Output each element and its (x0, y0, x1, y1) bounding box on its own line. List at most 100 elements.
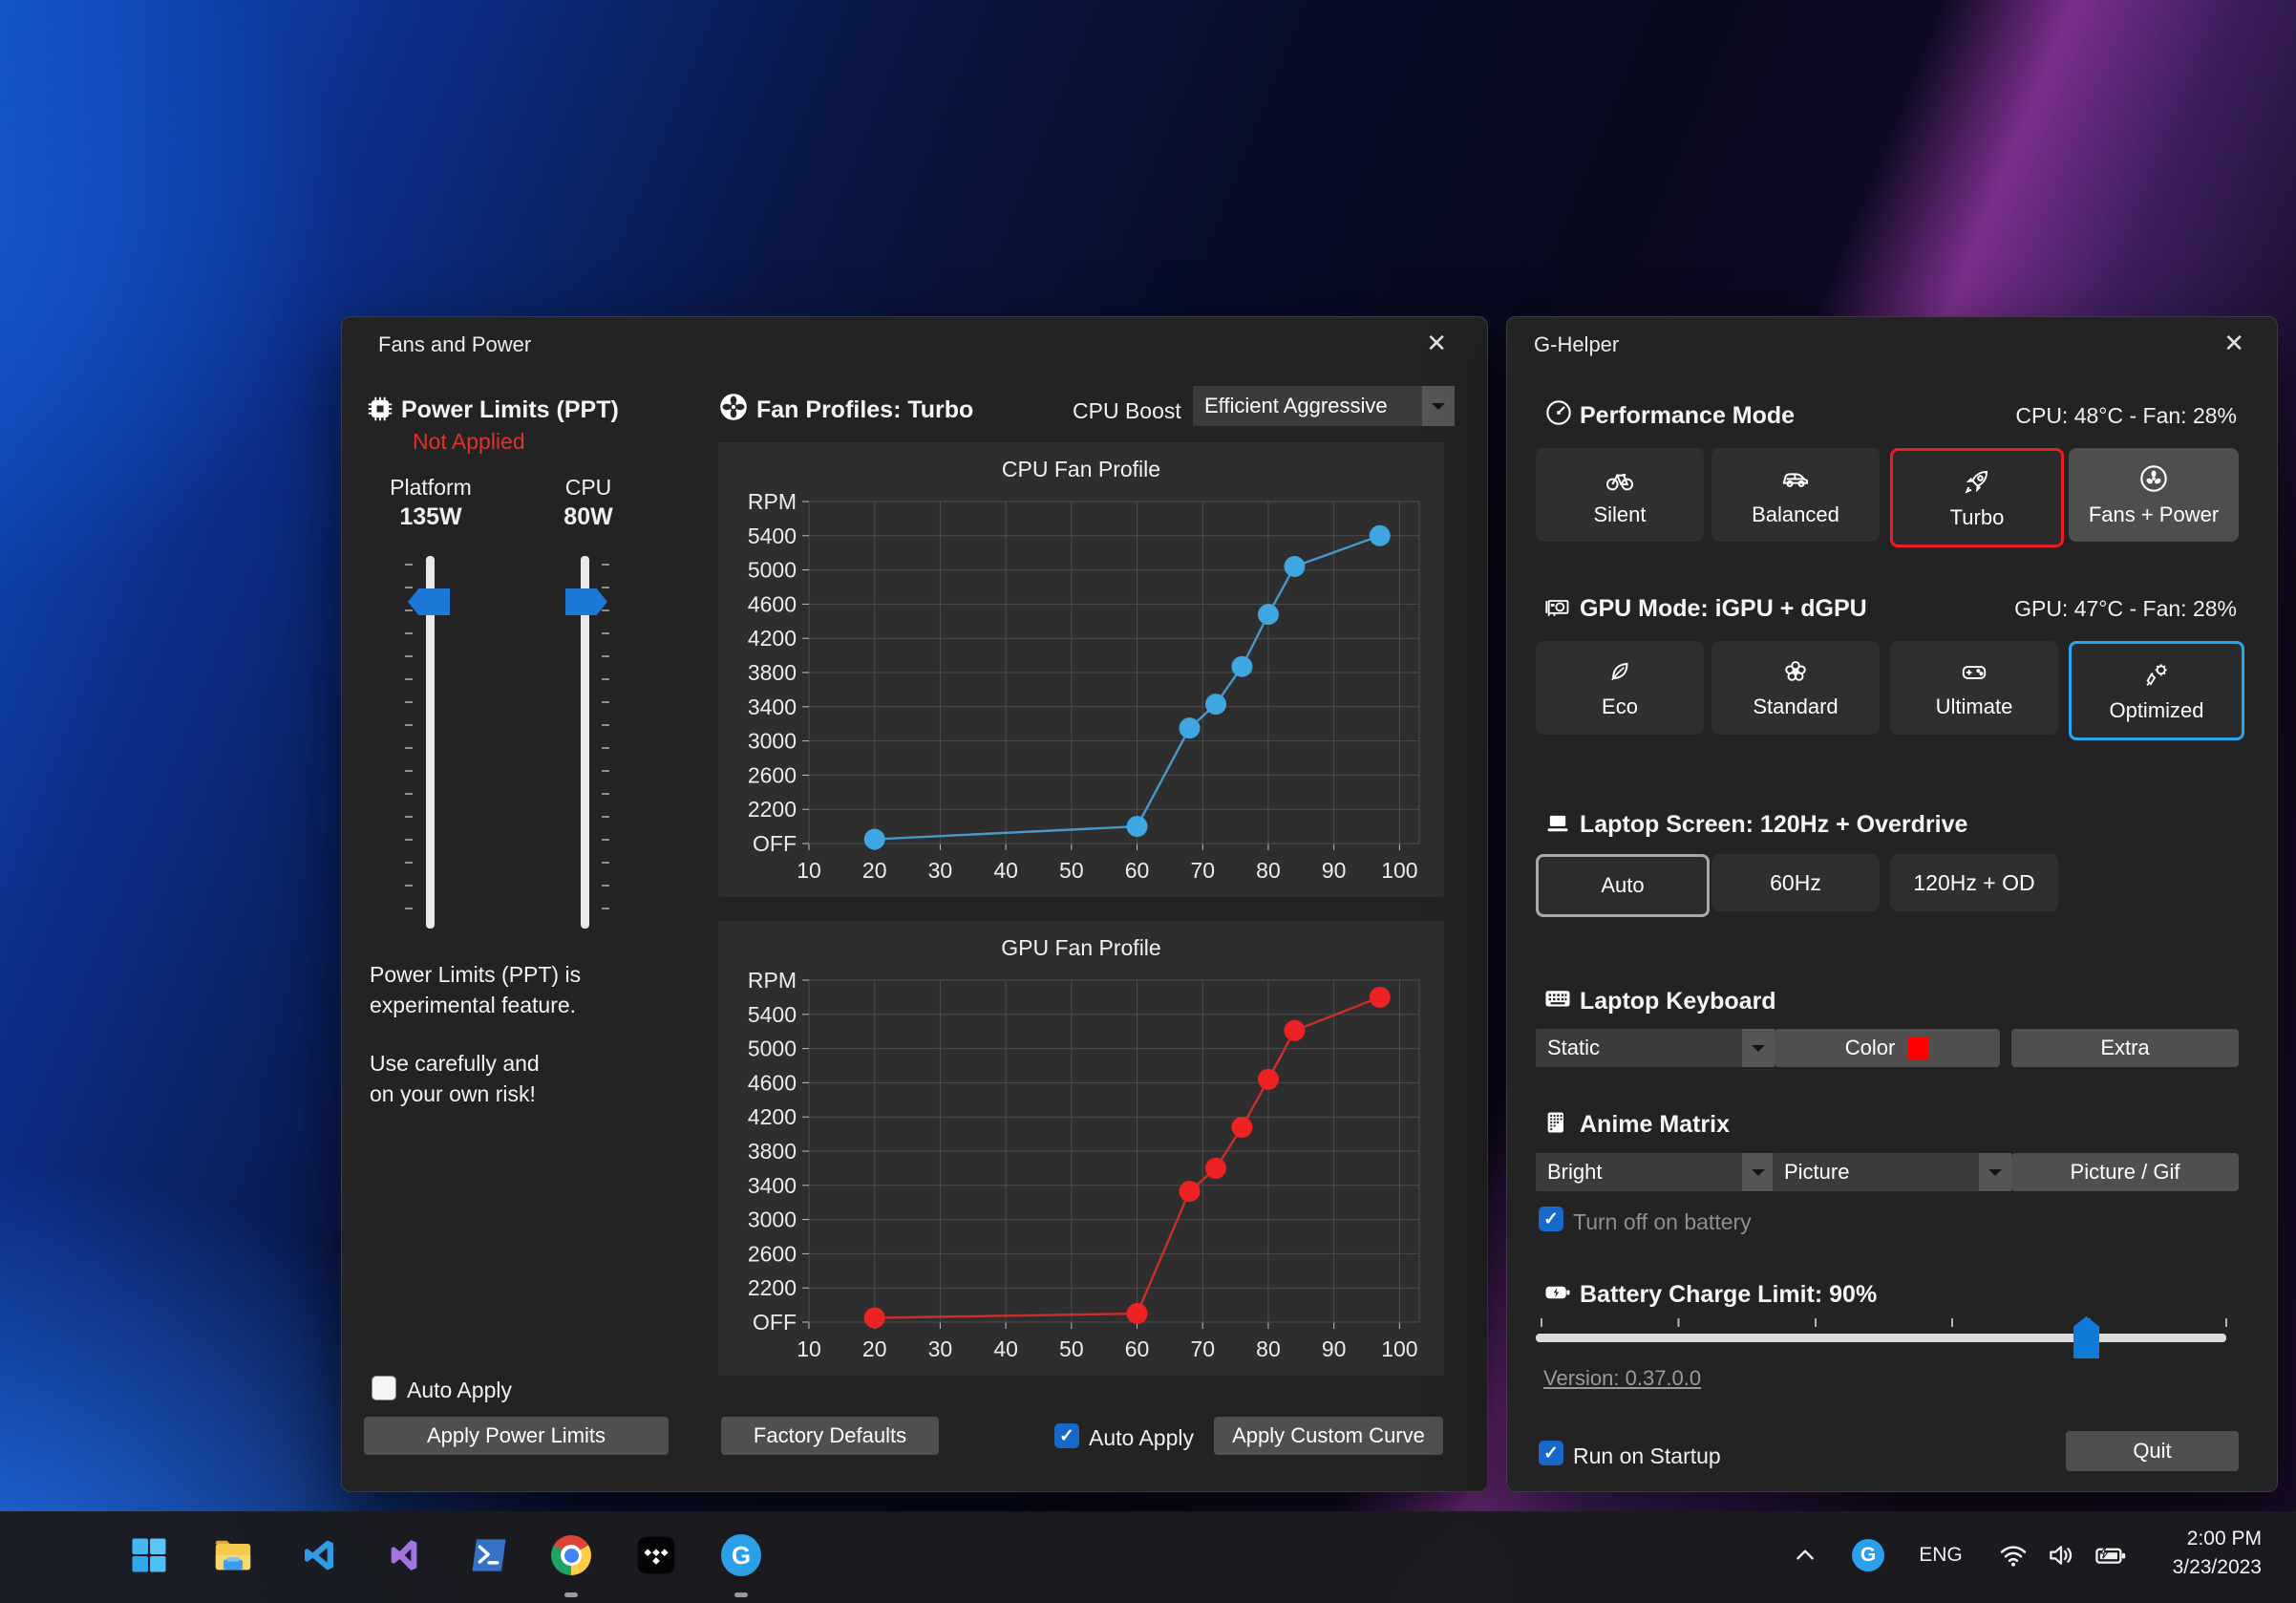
chevron-down-icon[interactable] (1742, 1153, 1775, 1191)
gamepad-icon (1958, 657, 1990, 686)
svg-text:2600: 2600 (748, 762, 797, 787)
mode-button-silent[interactable]: Silent (1536, 448, 1704, 542)
gpu-mode-heading: GPU Mode: iGPU + dGPU (1580, 595, 1867, 623)
picture-gif-button[interactable]: Picture / Gif (2011, 1153, 2239, 1191)
mode-button-label: Silent (1593, 502, 1646, 527)
fan-icon (719, 393, 748, 421)
flower-icon (1781, 657, 1810, 686)
svg-text:2200: 2200 (748, 1275, 797, 1300)
chip-icon (367, 395, 393, 422)
battery-button[interactable] (2084, 1525, 2137, 1586)
quit-button[interactable]: Quit (2066, 1431, 2239, 1471)
svg-text:3800: 3800 (748, 660, 797, 685)
gpu-fan-chart[interactable]: GPU Fan Profile102030405060708090100RPM5… (718, 921, 1444, 1376)
battery-slider-track[interactable] (1536, 1334, 2226, 1342)
mode-button-balanced[interactable]: Balanced (1711, 448, 1880, 542)
gpu-temp-fan-status: GPU: 47°C - Fan: 28% (2014, 596, 2237, 622)
keyboard-color-button[interactable]: Color (1775, 1029, 2000, 1067)
optimized-sparkle-icon (2141, 659, 2172, 690)
tidal-icon (636, 1535, 676, 1575)
apply-custom-curve-button[interactable]: Apply Custom Curve (1214, 1417, 1443, 1455)
mode-button-turbo[interactable]: Turbo (1890, 448, 2064, 547)
screen-button-60hz[interactable]: 60Hz (1711, 854, 1880, 911)
volume-button[interactable] (2036, 1525, 2086, 1586)
close-icon[interactable]: ✕ (1426, 331, 1447, 355)
gpu-button-eco[interactable]: Eco (1536, 641, 1704, 735)
auto-apply-curve-checkbox[interactable]: ✓ (1054, 1423, 1079, 1448)
file-explorer-button[interactable] (202, 1525, 264, 1586)
cpu-boost-label: CPU Boost (1073, 398, 1181, 424)
clock[interactable]: 2:00 PM 3/23/2023 (2173, 1525, 2262, 1582)
mode-button-label: 120Hz + OD (1913, 870, 2034, 896)
svg-text:5400: 5400 (748, 1002, 797, 1027)
platform-slider-thumb[interactable] (408, 588, 450, 615)
gpu-button-ultimate[interactable]: Ultimate (1890, 641, 2058, 735)
terminal-button[interactable] (458, 1525, 520, 1586)
g-helper-button[interactable]: G (711, 1525, 772, 1586)
chevron-down-icon[interactable] (1422, 386, 1455, 426)
svg-text:80: 80 (1256, 1336, 1281, 1361)
cpu-label: CPU (521, 475, 655, 501)
keyboard-mode-select[interactable]: Static (1536, 1029, 1775, 1067)
visual-studio-button[interactable] (373, 1525, 435, 1586)
keyboard-mode-value: Static (1547, 1036, 1600, 1060)
mode-button-label: Optimized (2109, 698, 2203, 723)
screen-button-120hz-od[interactable]: 120Hz + OD (1890, 854, 2058, 911)
windows-start-icon (129, 1535, 169, 1575)
svg-text:80: 80 (1256, 858, 1281, 883)
mode-button-label: Balanced (1752, 502, 1839, 527)
svg-text:100: 100 (1381, 858, 1417, 883)
power-limits-note-2: Use carefully and on your own risk! (370, 1048, 540, 1109)
leaf-icon (1605, 657, 1634, 686)
mode-button-label: Turbo (1950, 505, 2005, 530)
cpu-boost-select[interactable]: Efficient Aggressive (1193, 386, 1455, 426)
chevron-down-icon[interactable] (1979, 1153, 2011, 1191)
svg-text:30: 30 (928, 1336, 953, 1361)
cpu-boost-value: Efficient Aggressive (1204, 394, 1388, 418)
svg-text:2600: 2600 (748, 1241, 797, 1266)
window-title: Fans and Power (378, 332, 531, 357)
window-titlebar[interactable]: G-Helper ✕ (1507, 317, 2277, 371)
svg-text:3000: 3000 (748, 729, 797, 754)
language-indicator[interactable]: ENG (1906, 1525, 1975, 1586)
tray-g-helper-button[interactable]: G (1841, 1525, 1895, 1586)
keyboard-icon (1543, 987, 1572, 1012)
run-on-startup-checkbox[interactable]: ✓ (1539, 1441, 1563, 1465)
anime-content-select[interactable]: Picture (1773, 1153, 2011, 1191)
turn-off-on-battery-checkbox[interactable]: ✓ (1539, 1207, 1563, 1231)
svg-text:40: 40 (993, 1336, 1018, 1361)
start-button[interactable] (118, 1525, 180, 1586)
vscode-button[interactable] (288, 1525, 350, 1586)
g-helper-window: G-Helper ✕ Performance Mode CPU: 48°C - … (1506, 316, 2278, 1492)
svg-text:2200: 2200 (748, 797, 797, 822)
anime-brightness-select[interactable]: Bright (1536, 1153, 1775, 1191)
rocket-icon (1962, 466, 1992, 497)
svg-text:OFF: OFF (753, 1310, 797, 1335)
gpu-button-standard[interactable]: Standard (1711, 641, 1880, 735)
svg-text:3400: 3400 (748, 695, 797, 719)
svg-text:60: 60 (1125, 858, 1150, 883)
tray-overflow-button[interactable] (1778, 1525, 1832, 1586)
wifi-button[interactable] (1988, 1525, 2038, 1586)
fan-circle-icon (2138, 463, 2169, 494)
svg-text:CPU Fan Profile: CPU Fan Profile (1002, 457, 1160, 481)
platform-value: 135W (364, 503, 498, 531)
gpu-button-optimized[interactable]: Optimized (2069, 641, 2244, 740)
screen-button-auto[interactable]: Auto (1536, 854, 1710, 917)
auto-apply-power-checkbox[interactable] (372, 1376, 396, 1400)
anime-matrix-icon (1543, 1109, 1570, 1136)
chevron-down-icon[interactable] (1742, 1029, 1775, 1067)
window-titlebar[interactable]: Fans and Power ✕ (342, 317, 1487, 371)
factory-defaults-button[interactable]: Factory Defaults (721, 1417, 939, 1455)
close-icon[interactable]: ✕ (2223, 331, 2244, 355)
svg-text:4200: 4200 (748, 1104, 797, 1129)
tidal-button[interactable] (626, 1525, 687, 1586)
chrome-button[interactable] (541, 1525, 602, 1586)
keyboard-extra-button[interactable]: Extra (2011, 1029, 2239, 1067)
apply-power-limits-button[interactable]: Apply Power Limits (364, 1417, 669, 1455)
version-link[interactable]: Version: 0.37.0.0 (1543, 1366, 1701, 1391)
svg-text:5400: 5400 (748, 524, 797, 548)
cpu-fan-chart[interactable]: CPU Fan Profile102030405060708090100RPM5… (718, 442, 1444, 897)
mode-button-fans-power[interactable]: Fans + Power (2069, 448, 2239, 542)
svg-text:RPM: RPM (748, 489, 797, 514)
